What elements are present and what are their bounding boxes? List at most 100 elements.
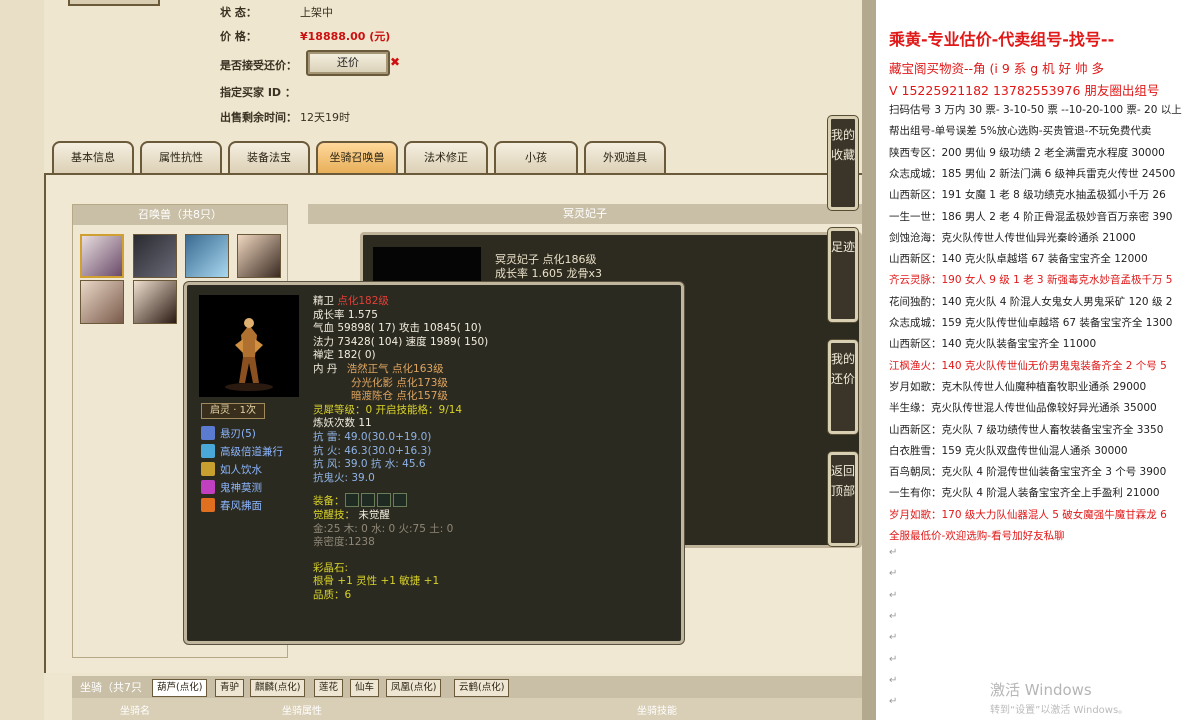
skill-item: 鬼神莫测 — [201, 480, 262, 495]
pet-avatar[interactable] — [133, 234, 177, 278]
tooltip-awaken-label: 觉醒技： — [313, 508, 355, 521]
doc-line: 扫码估号 3 万内 30 票- 3-10-50 票 --10-20-100 票-… — [889, 104, 1182, 116]
mount-col-skill: 坐骑技能 — [637, 706, 677, 717]
activation-watermark-sub: 转到“设置”以激活 Windows。 — [990, 705, 1129, 716]
doc-line: 岁月如歌：170 级大力队仙器混人 5 破女魔强牛魔甘霖龙 6 — [889, 508, 1167, 521]
doc-line: 岁月如歌：克木队传世人仙魔种植畜牧职业通杀 29000 — [889, 380, 1147, 393]
document-pane: 乘黄-专业估价-代卖组号-找号-- 藏宝阁买物资--角 (i 9 系 g 机 好… — [876, 0, 1188, 720]
tab-mounts-summons[interactable]: 坐骑召唤兽 — [316, 141, 398, 173]
remaining-label: 出售剩余时间： — [220, 111, 297, 124]
tooltip-dan-2: 分光化影 点化173级 — [351, 376, 448, 389]
doc-line: 半生缘：克火队传世混人传世仙品像较好异光通杀 35000 — [889, 402, 1157, 415]
empty-paragraph-mark: ↵ — [889, 674, 898, 686]
skill-name: 悬刃(5) — [220, 428, 256, 440]
price-label: 价 格： — [220, 30, 257, 43]
doc-line: 百鸟朝凤：克火队 4 阶混传世仙装备宝宝齐全 3 个号 3900 — [889, 466, 1167, 479]
skill-name: 春风拂面 — [220, 500, 262, 512]
tooltip-res-wind-water: 抗 风: 39.0 抗 水: 45.6 — [313, 458, 426, 471]
mount-tab[interactable]: 凤凰(点化) — [386, 679, 442, 697]
doc-line: 山西新区：191 女魔 1 老 8 级功绩克水抽孟极狐小千万 26 — [889, 189, 1166, 202]
doc-line: V 15225921182 13782553976 朋友圈出组号 — [889, 83, 1160, 98]
tooltip-res-ghostfire: 抗鬼火: 39.0 — [313, 471, 375, 484]
fire-icon — [201, 498, 215, 512]
doc-line: 一生有你：克火队 4 阶混人装备宝宝齐全上手盈利 21000 — [889, 487, 1160, 500]
tooltip-pet-portrait — [199, 295, 299, 397]
skill-item: 春风拂面 — [201, 498, 262, 513]
tooltip-res-fire: 抗 火: 46.3(30.0+16.3) — [313, 444, 432, 457]
skill-item: 如人饮水 — [201, 462, 262, 477]
mount-tab[interactable]: 云鹤(点化) — [454, 679, 510, 697]
equip-slot-icon — [344, 493, 359, 508]
doc-line: 藏宝阁买物资--角 (i 9 系 g 机 好 帅 多 — [889, 61, 1105, 76]
tooltip-zen: 禅定 182( 0) — [313, 349, 376, 362]
remaining-row: 出售剩余时间： 12天19时 — [220, 109, 350, 125]
back-to-top-button[interactable]: 返回顶部 — [828, 452, 858, 546]
doc-line: 山西新区：140 克火队装备宝宝齐全 11000 — [889, 338, 1097, 351]
tooltip-refine-count: 炼妖次数 11 — [313, 417, 372, 430]
haggle-row: 是否接受还价： — [220, 57, 306, 73]
tab-appearance[interactable]: 外观道具 — [584, 141, 666, 173]
tab-spell-mods[interactable]: 法术修正 — [404, 141, 488, 173]
status-row: 状 态： 上架中 — [220, 4, 333, 20]
pet-avatar[interactable] — [185, 234, 229, 278]
pet-avatar[interactable] — [80, 280, 124, 324]
doc-line: 一生一世：186 男人 2 老 4 阶正骨混孟极妙音百万亲密 390 — [889, 210, 1173, 223]
mount-tab[interactable]: 莲花 — [314, 679, 344, 697]
tooltip-pet-name: 精卫 — [313, 295, 334, 307]
water-icon — [201, 462, 215, 476]
equip-slot-icon — [376, 493, 391, 508]
tooltip-gem-label: 彩晶石: — [313, 561, 349, 574]
mount-tab[interactable]: 仙车 — [350, 679, 380, 697]
tab-equipment[interactable]: 装备法宝 — [228, 141, 310, 173]
doc-line: 全服最低价-欢迎选购-看号加好友私聊 — [889, 530, 1065, 542]
doc-line: 众志成城：159 克火队传世仙卓越塔 67 装备宝宝齐全 1300 — [889, 317, 1173, 329]
mount-tab[interactable]: 青驴 — [215, 679, 245, 697]
equip-slot-icon — [392, 493, 407, 508]
empty-paragraph-mark: ↵ — [889, 610, 898, 622]
doc-line: 江枫渔火：140 克火队传世仙无价男鬼鬼装备齐全 2 个号 5 — [889, 359, 1167, 372]
window-divider[interactable] — [862, 0, 876, 720]
my-offers-button[interactable]: 我的还价 — [828, 340, 858, 434]
doc-line: 众志成城：185 男仙 2 新法门满 6 级神兵雷克火传世 24500 — [889, 167, 1176, 180]
footprint-button[interactable]: 足迹 — [828, 228, 858, 322]
equip-slot-icon — [360, 493, 375, 508]
my-favorites-button[interactable]: 我的收藏 — [828, 116, 858, 210]
haggle-button[interactable]: 还价 — [306, 50, 390, 76]
tab-basic-info[interactable]: 基本信息 — [52, 141, 134, 173]
pet-avatar[interactable] — [237, 234, 281, 278]
doc-line: 陕西专区：200 男仙 9 级功绩 2 老全满雷克水程度 30000 — [889, 146, 1165, 159]
buyer-row: 指定买家 ID ： — [220, 84, 300, 100]
mount-tab[interactable]: 麒麟(点化) — [250, 679, 306, 697]
speed-icon — [201, 444, 215, 458]
mount-tab[interactable]: 葫芦(点化) — [152, 679, 208, 697]
tab-children[interactable]: 小孩 — [494, 141, 578, 173]
doc-line: 山西新区：克火队 7 级功绩传世人畜牧装备宝宝齐全 3350 — [889, 423, 1164, 436]
mount-col-name: 坐骑名 — [120, 706, 150, 717]
mount-table-header: 坐骑名 坐骑属性 坐骑技能 — [72, 698, 862, 720]
tooltip-gem-value: 根骨 +1 灵性 +1 敏捷 +1 — [313, 575, 440, 588]
tooltip-res-thunder: 抗 雷: 49.0(30.0+19.0) — [313, 430, 432, 443]
skill-name: 如人饮水 — [220, 464, 262, 476]
remaining-value: 12天19时 — [300, 111, 350, 124]
empty-paragraph-mark: ↵ — [889, 632, 898, 644]
skill-item: 悬刃(5) — [201, 426, 256, 441]
tooltip-awaken-value: 未觉醒 — [358, 508, 390, 521]
price-row: 价 格： ¥18888.00 (元) — [220, 28, 390, 44]
tooltip-quality: 品质：6 — [313, 588, 352, 601]
doc-line: 白衣胜雪：159 克火队双盘传世仙混人通杀 30000 — [889, 444, 1128, 457]
ghost-icon — [201, 480, 215, 494]
summon-list-header: 召唤兽（共8只） — [73, 205, 287, 225]
doc-title: 乘黄-专业估价-代卖组号-找号-- — [889, 30, 1115, 49]
pet-tooltip: 启灵 · 1次 悬刃(5) 高级倍道兼行 如人饮水 鬼神莫测 春风拂面 精卫 点… — [184, 282, 684, 644]
tab-attributes[interactable]: 属性抗性 — [140, 141, 222, 173]
pet-avatar[interactable] — [133, 280, 177, 324]
mount-count-title: 坐骑（共7只 — [80, 681, 142, 694]
tooltip-elements: 金:25 木: 0 水: 0 火:75 土: 0 — [313, 522, 454, 535]
pet-avatar[interactable] — [80, 234, 124, 278]
mount-tab-bar: 坐骑（共7只 葫芦(点化) 青驴 麒麟(点化) 莲花 仙车 凤凰(点化) 云鹤(… — [72, 676, 862, 698]
reject-icon: ✖ — [390, 55, 401, 69]
activation-watermark: 激活 Windows — [990, 681, 1092, 699]
buyer-label: 指定买家 ID ： — [220, 86, 296, 99]
tooltip-intimacy: 亲密度:1238 — [313, 536, 375, 549]
status-value: 上架中 — [300, 6, 333, 19]
